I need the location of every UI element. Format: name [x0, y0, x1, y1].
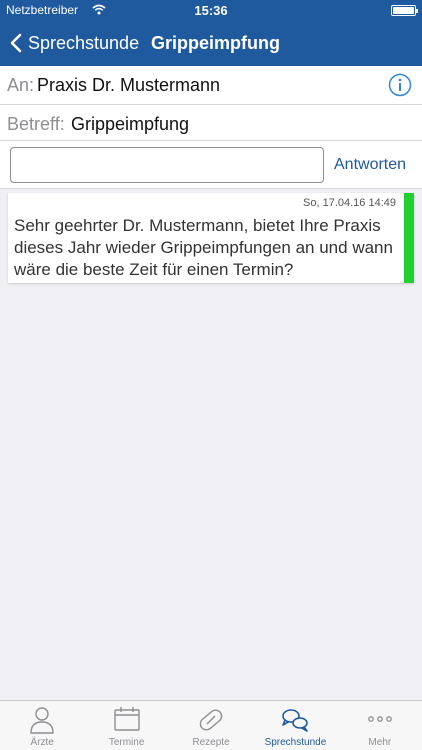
status-bar: Netzbetreiber 15:36	[0, 0, 422, 20]
chat-bubbles-icon	[282, 709, 309, 732]
back-label: Sprechstunde	[28, 32, 140, 53]
subject-label: Betreff:	[7, 114, 65, 134]
recipient-label: An:	[7, 75, 35, 95]
message-card[interactable]: So, 17.04.16 14:49 Sehr geehrter Dr. Mus…	[8, 193, 414, 283]
reply-row: Antworten	[0, 141, 422, 189]
tab-label: Rezepte	[192, 737, 230, 748]
reply-button[interactable]: Antworten	[334, 147, 406, 183]
tab-label: Ärzte	[30, 737, 54, 748]
reply-input[interactable]	[10, 147, 324, 183]
subject-value: Grippeimpfung	[71, 114, 190, 134]
tab-bar: Ärzte Termine Rezepte Sprechstunde Mehr	[0, 700, 422, 750]
navigation-bar: Sprechstunde Grippeimpfung	[0, 20, 422, 66]
message-text: Sehr geehrter Dr. Mustermann, bietet Ihr…	[14, 216, 393, 279]
tab-mehr[interactable]: Mehr	[338, 701, 422, 750]
tab-label: Termine	[108, 737, 145, 748]
recipient-value: Praxis Dr. Mustermann	[37, 75, 221, 95]
calendar-icon	[113, 707, 140, 731]
tab-rezepte[interactable]: Rezepte	[169, 701, 253, 750]
subject-row: Betreff: Grippeimpfung	[0, 105, 422, 141]
person-icon	[30, 707, 54, 734]
more-icon	[367, 716, 392, 722]
recipient-row: An: Praxis Dr. Mustermann	[0, 66, 422, 105]
status-time: 15:36	[194, 3, 228, 18]
tab-aerzte[interactable]: Ärzte	[0, 701, 84, 750]
message-date: So, 17.04.16 14:49	[303, 197, 396, 209]
tab-sprechstunde[interactable]: Sprechstunde	[253, 701, 337, 750]
info-icon[interactable]	[388, 73, 412, 97]
battery-icon	[391, 5, 418, 16]
back-button[interactable]: Sprechstunde	[10, 20, 139, 66]
tab-termine[interactable]: Termine	[84, 701, 168, 750]
page-title: Grippeimpfung	[151, 33, 280, 53]
message-status-bar	[404, 193, 414, 283]
pill-icon	[199, 709, 223, 731]
tab-label: Sprechstunde	[264, 737, 327, 748]
tab-label: Mehr	[368, 737, 392, 748]
chevron-left-icon	[10, 33, 22, 53]
